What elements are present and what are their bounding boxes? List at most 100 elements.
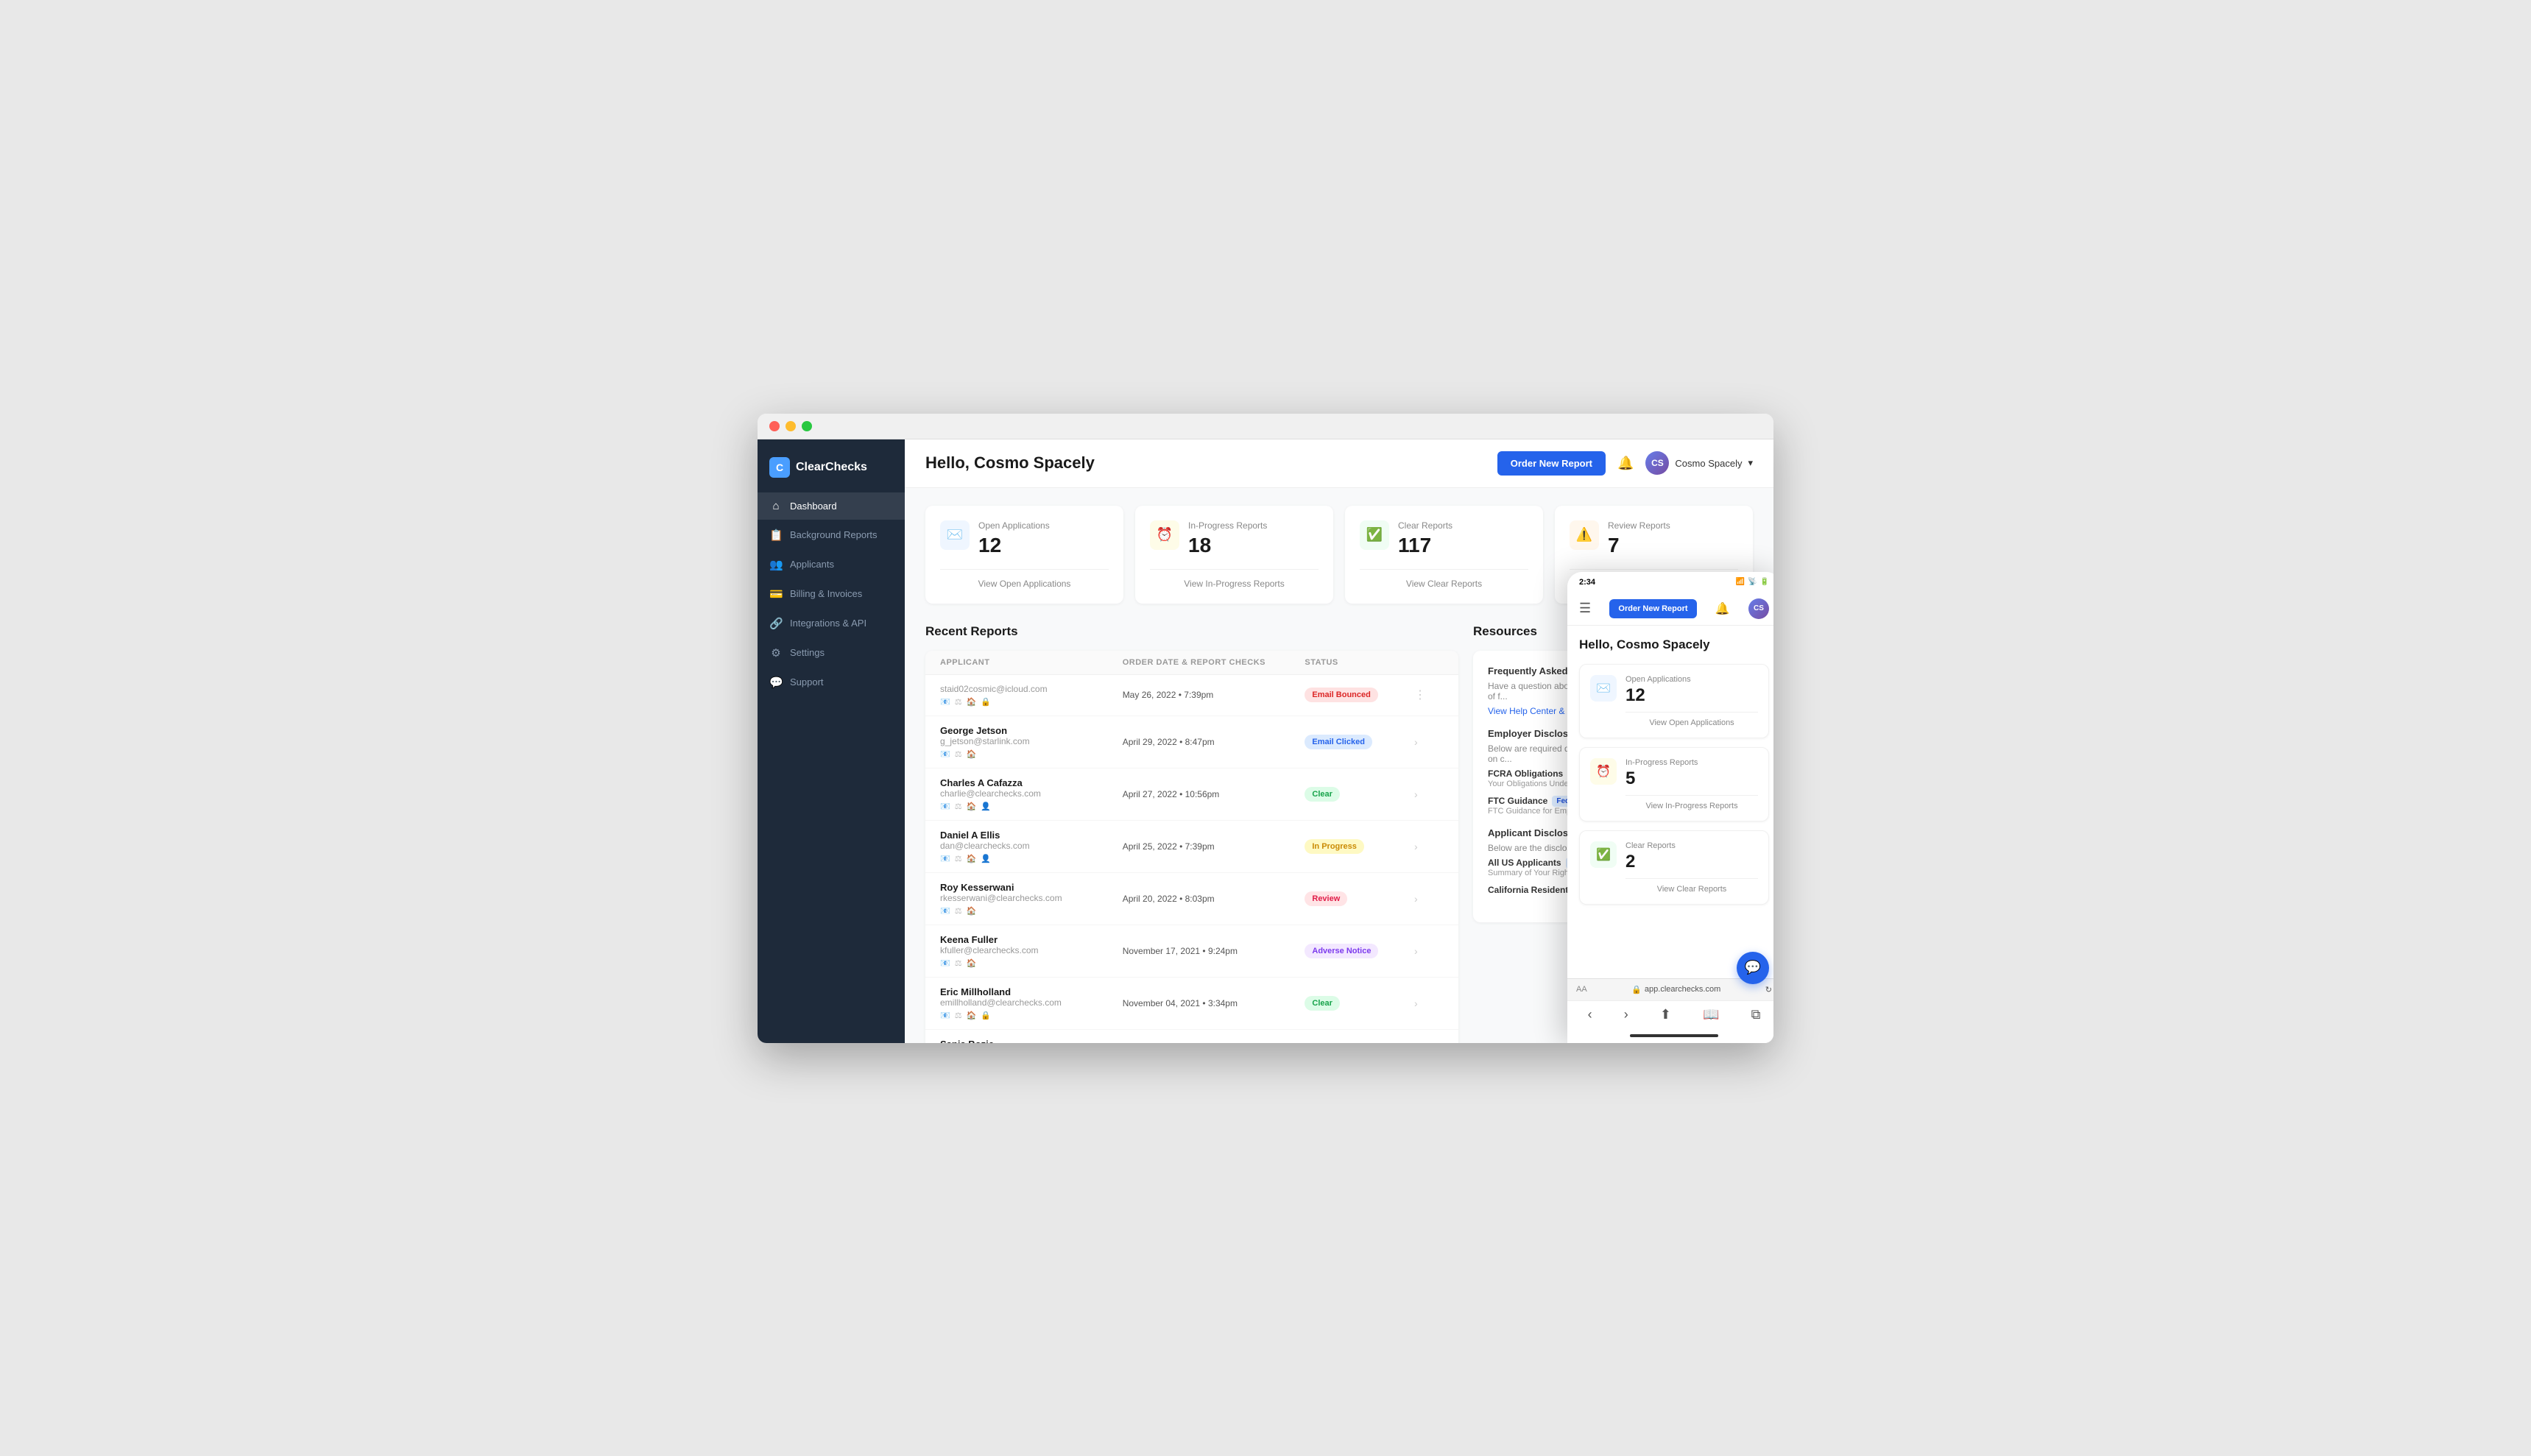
stat-info-review: Review Reports 7 bbox=[1608, 520, 1738, 557]
applicant-cell: George Jetson g_jetson@starlink.com 📧 ⚖ … bbox=[940, 725, 1123, 759]
dashboard-icon: ⌂ bbox=[769, 500, 783, 512]
status-badge: Clear bbox=[1305, 996, 1340, 1011]
applicant-name: Keena Fuller bbox=[940, 934, 1123, 945]
browser-dot-green[interactable] bbox=[802, 421, 812, 431]
sidebar: C ClearChecks ⌂ Dashboard 📋 Background R… bbox=[758, 439, 905, 1043]
sidebar-item-applicants[interactable]: 👥 Applicants bbox=[758, 551, 905, 579]
report-icons: 📧 ⚖ 🏠 👤 bbox=[940, 802, 1123, 811]
mobile-stat-number: 5 bbox=[1625, 768, 1758, 789]
order-date: April 25, 2022 • 7:39pm bbox=[1123, 841, 1305, 852]
mobile-bell-icon[interactable]: 🔔 bbox=[1715, 601, 1730, 616]
table-row[interactable]: George Jetson g_jetson@starlink.com 📧 ⚖ … bbox=[925, 716, 1458, 768]
browser-dot-yellow[interactable] bbox=[786, 421, 796, 431]
sidebar-item-background-reports[interactable]: 📋 Background Reports bbox=[758, 521, 905, 549]
email-icon: ✉️ bbox=[947, 527, 963, 543]
sidebar-item-support[interactable]: 💬 Support bbox=[758, 668, 905, 696]
main-header: Hello, Cosmo Spacely Order New Report 🔔 … bbox=[905, 439, 1773, 488]
sidebar-item-billing[interactable]: 💳 Billing & Invoices bbox=[758, 580, 905, 608]
row-chevron-icon[interactable]: › bbox=[1414, 736, 1444, 748]
row-chevron-icon[interactable]: › bbox=[1414, 893, 1444, 905]
applicant-cell: Roy Kesserwani rkesserwani@clearchecks.c… bbox=[940, 882, 1123, 916]
legal-icon: ⚖ bbox=[955, 906, 962, 916]
sidebar-item-dashboard[interactable]: ⌂ Dashboard bbox=[758, 492, 905, 520]
status-cell: Review bbox=[1305, 891, 1414, 906]
view-clear-reports-link[interactable]: View Clear Reports bbox=[1360, 569, 1528, 589]
in-progress-icon-wrap: ⏰ bbox=[1150, 520, 1179, 550]
sidebar-item-integrations[interactable]: 🔗 Integrations & API bbox=[758, 609, 905, 637]
browser-chrome bbox=[758, 414, 1773, 439]
table-row[interactable]: Roy Kesserwani rkesserwani@clearchecks.c… bbox=[925, 873, 1458, 925]
mobile-stat-info: Clear Reports 2 View Clear Reports bbox=[1625, 841, 1758, 894]
applicant-cell: Sanja Bozic 📧 ⚖ 🏠 bbox=[940, 1039, 1123, 1043]
header-right: Order New Report 🔔 CS Cosmo Spacely ▾ bbox=[1497, 451, 1753, 476]
mobile-chat-button[interactable]: 💬 bbox=[1737, 952, 1769, 984]
table-row[interactable]: staid02cosmic@icloud.com 📧 ⚖ 🏠 🔒 May 26,… bbox=[925, 675, 1458, 716]
billing-icon: 💳 bbox=[769, 587, 783, 601]
mobile-order-button[interactable]: Order New Report bbox=[1609, 599, 1696, 618]
table-row[interactable]: Sanja Bozic 📧 ⚖ 🏠 September 13, 2021 • 6… bbox=[925, 1030, 1458, 1043]
sidebar-logo: C ClearChecks bbox=[758, 451, 905, 492]
mobile-font-size-label: AA bbox=[1576, 985, 1587, 994]
status-cell: Clear bbox=[1305, 787, 1414, 802]
row-chevron-icon[interactable]: › bbox=[1414, 997, 1444, 1009]
mobile-nav-controls: ‹ › ⬆ 📖 ⧉ bbox=[1567, 1000, 1773, 1028]
mobile-status-bar: 2:34 📶 📡 🔋 bbox=[1567, 572, 1773, 593]
status-cell: Clear bbox=[1305, 996, 1414, 1011]
applicant-email: staid02cosmic@icloud.com bbox=[940, 684, 1123, 694]
sidebar-item-label: Settings bbox=[790, 647, 825, 658]
applicant-name: George Jetson bbox=[940, 725, 1123, 736]
notification-bell-icon[interactable]: 🔔 bbox=[1617, 456, 1634, 471]
mobile-back-button[interactable]: ‹ bbox=[1588, 1007, 1592, 1022]
browser-dot-red[interactable] bbox=[769, 421, 780, 431]
col-order-date: ORDER DATE & REPORT CHECKS bbox=[1123, 658, 1305, 667]
table-row[interactable]: Charles A Cafazza charlie@clearchecks.co… bbox=[925, 768, 1458, 821]
mobile-refresh-icon[interactable]: ↻ bbox=[1765, 985, 1772, 994]
report-icons: 📧 ⚖ 🏠 bbox=[940, 906, 1123, 916]
settings-icon: ⚙ bbox=[769, 646, 783, 660]
chevron-down-icon: ▾ bbox=[1748, 457, 1753, 469]
mobile-menu-icon[interactable]: ☰ bbox=[1579, 601, 1591, 616]
person-icon: 👤 bbox=[981, 802, 991, 811]
mobile-view-link[interactable]: View Open Applications bbox=[1625, 712, 1758, 727]
mobile-check-icon: ✅ bbox=[1590, 841, 1617, 868]
user-avatar[interactable]: CS Cosmo Spacely ▾ bbox=[1645, 451, 1753, 475]
view-in-progress-link[interactable]: View In-Progress Reports bbox=[1150, 569, 1319, 589]
mobile-home-indicator bbox=[1630, 1034, 1718, 1037]
table-row[interactable]: Daniel A Ellis dan@clearchecks.com 📧 ⚖ 🏠… bbox=[925, 821, 1458, 873]
mobile-share-button[interactable]: ⬆ bbox=[1660, 1007, 1671, 1022]
mobile-overlay: 2:34 📶 📡 🔋 ☰ Order New Report 🔔 CS Hello… bbox=[1567, 572, 1773, 1043]
status-cell: Email Bounced bbox=[1305, 688, 1414, 702]
mobile-forward-button[interactable]: › bbox=[1624, 1007, 1628, 1022]
row-chevron-icon[interactable]: › bbox=[1414, 841, 1444, 852]
status-badge: Email Clicked bbox=[1305, 735, 1372, 749]
lock-icon: 🔒 bbox=[981, 697, 991, 707]
order-new-report-button[interactable]: Order New Report bbox=[1497, 451, 1606, 476]
table-row[interactable]: Eric Millholland emillholland@clearcheck… bbox=[925, 978, 1458, 1030]
mobile-tabs-button[interactable]: ⧉ bbox=[1751, 1007, 1761, 1022]
stat-number: 117 bbox=[1398, 534, 1528, 557]
stat-label: Clear Reports bbox=[1398, 520, 1528, 531]
report-icons: 📧 ⚖ 🏠 bbox=[940, 958, 1123, 968]
mobile-stat-label: In-Progress Reports bbox=[1625, 758, 1758, 767]
mobile-bookmarks-button[interactable]: 📖 bbox=[1703, 1007, 1719, 1022]
mobile-clock-icon: ⏰ bbox=[1590, 758, 1617, 785]
applicant-name: Eric Millholland bbox=[940, 986, 1123, 997]
stat-number: 12 bbox=[978, 534, 1109, 557]
status-cell: Adverse Notice bbox=[1305, 944, 1414, 958]
sidebar-item-label: Integrations & API bbox=[790, 618, 866, 629]
mobile-view-link[interactable]: View Clear Reports bbox=[1625, 878, 1758, 894]
mobile-signal-icon: 📶 bbox=[1736, 578, 1745, 586]
row-chevron-icon[interactable]: › bbox=[1414, 788, 1444, 800]
mobile-view-link[interactable]: View In-Progress Reports bbox=[1625, 795, 1758, 810]
view-open-applications-link[interactable]: View Open Applications bbox=[940, 569, 1109, 589]
table-row[interactable]: Keena Fuller kfuller@clearchecks.com 📧 ⚖… bbox=[925, 925, 1458, 978]
sidebar-item-settings[interactable]: ⚙ Settings bbox=[758, 639, 905, 667]
more-options-button[interactable]: ⋮ bbox=[1414, 688, 1444, 702]
report-icons: 📧 ⚖ 🏠 🔒 bbox=[940, 697, 1123, 707]
row-chevron-icon[interactable]: › bbox=[1414, 945, 1444, 957]
mobile-time: 2:34 bbox=[1579, 578, 1595, 587]
review-icon-wrap: ⚠️ bbox=[1570, 520, 1599, 550]
home-icon: 🏠 bbox=[967, 749, 977, 759]
ftc-guidance-label: FTC Guidance bbox=[1488, 796, 1547, 806]
legal-icon: ⚖ bbox=[955, 697, 962, 707]
